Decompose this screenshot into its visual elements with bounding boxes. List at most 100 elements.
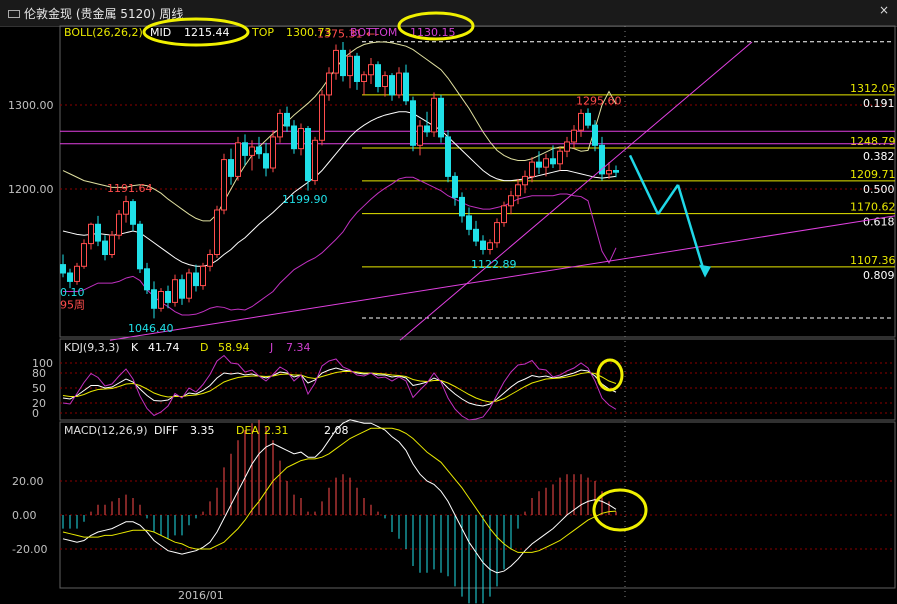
candle-body — [109, 234, 115, 256]
candle-body — [396, 72, 402, 96]
kdj-axis-label: 0 — [32, 407, 39, 420]
candle-body — [501, 205, 507, 224]
candle-body — [389, 75, 395, 96]
candle-body — [340, 49, 346, 77]
fib-ratio-label: 0.191 — [863, 97, 895, 110]
candle-body — [165, 290, 171, 303]
candle-body — [606, 170, 612, 175]
price-annotation: 1122.89 — [471, 258, 517, 271]
price-annotation: 1046.40 — [128, 322, 174, 335]
candle-body — [578, 112, 584, 131]
candle-body — [144, 268, 150, 291]
candle-body — [382, 75, 388, 88]
macd-dea-line — [62, 427, 617, 553]
candle-body — [228, 159, 234, 177]
macd-indicator-name: MACD(12,26,9) — [64, 424, 148, 437]
price-annotation: 1199.90 — [282, 193, 328, 206]
boll-mid-value: 1215.44 — [184, 26, 230, 39]
fib-price-label: 1312.05 — [850, 82, 896, 95]
candle-body — [67, 272, 73, 282]
grid-lines — [60, 26, 895, 600]
kdj-d-value: 58.94 — [218, 341, 250, 354]
kdj-j-value: 7.34 — [286, 341, 311, 354]
candle-body — [529, 161, 535, 177]
candle-body — [592, 124, 598, 146]
panel-frames — [59, 25, 896, 589]
candle-body — [172, 279, 178, 303]
candle-body — [543, 158, 549, 168]
candle-body — [319, 94, 325, 141]
price-axis-label: 1300.00 — [8, 99, 54, 112]
candle-body — [487, 242, 493, 250]
candle-body — [459, 196, 465, 217]
candle-body — [242, 142, 248, 156]
candle-body — [200, 265, 206, 287]
candle-body — [221, 159, 227, 211]
boll-top-value: 1300.73 — [286, 26, 332, 39]
fib-price-label: 1107.36 — [850, 254, 896, 267]
boll-bottom-label: BOTTOM — [350, 26, 397, 39]
candle-body — [585, 112, 591, 126]
candle-body — [557, 150, 563, 165]
macd-panel — [62, 419, 617, 604]
candle-body — [452, 175, 458, 198]
candle-body — [613, 170, 619, 173]
candle-body — [417, 125, 423, 146]
candle-body — [326, 72, 332, 96]
boll-indicator-name: BOLL(26,26,2) — [64, 26, 143, 39]
candle-body — [256, 146, 262, 155]
candle-body — [424, 125, 430, 133]
kdj-indicator-name: KDJ(9,3,3) — [64, 341, 120, 354]
fib-ratio-label: 0.809 — [863, 269, 895, 282]
boll-bottom-line — [63, 176, 617, 316]
fib-ratio-label: 0.382 — [863, 150, 895, 163]
y-axis-labels: 1300.001200.00100805020020.000.00-20.00 — [8, 99, 54, 556]
candle-body — [466, 215, 472, 230]
panel-border — [59, 338, 896, 421]
macd-value: 2.08 — [324, 424, 349, 437]
price-annotation: 1295.60 — [576, 95, 622, 108]
price-annotation: 95周 — [60, 298, 85, 311]
kdj-j-label: J — [269, 341, 273, 354]
panel-border — [59, 421, 896, 589]
candle-body — [137, 223, 143, 270]
candlestick-series — [60, 42, 619, 319]
candle-body — [494, 222, 500, 244]
kdj-highlight-circle — [596, 358, 624, 392]
panel-border — [59, 25, 896, 338]
candle-body — [361, 74, 367, 82]
fib-price-label: 1209.71 — [850, 168, 896, 181]
boll-top-label: TOP — [251, 26, 274, 39]
candle-body — [263, 153, 269, 169]
candle-body — [445, 136, 451, 177]
fib-price-label: 1170.62 — [850, 201, 896, 214]
candle-body — [284, 112, 290, 127]
kdj-k-value: 41.74 — [148, 341, 180, 354]
kdj-axis-label: 50 — [32, 382, 46, 395]
candle-body — [298, 128, 304, 150]
candle-body — [571, 129, 577, 143]
candle-body — [277, 112, 283, 138]
candle-body — [368, 64, 374, 76]
candle-body — [179, 279, 185, 299]
long-term-support-trendline — [109, 215, 896, 341]
candle-body — [130, 201, 136, 225]
fib-ratio-label: 0.618 — [863, 216, 895, 229]
macd-axis-label: -20.00 — [12, 543, 47, 556]
projection-arrows — [628, 154, 711, 278]
macd-diff-label: DIFF — [154, 424, 178, 437]
macd-axis-label: 0.00 — [12, 509, 37, 522]
fibonacci-levels: 1312.05 0.191 1248.79 0.382 1209.71 0.500 1170… — [60, 41, 896, 319]
boll-mid-label: MID — [150, 26, 171, 39]
candle-body — [116, 213, 122, 236]
macd-diff-line — [62, 419, 617, 574]
candle-body — [480, 240, 486, 250]
macd-diff-value: 3.35 — [190, 424, 215, 437]
trend-lines — [109, 41, 896, 341]
candle-body — [347, 55, 353, 77]
candle-body — [60, 264, 66, 274]
candle-body — [81, 243, 87, 267]
candle-body — [214, 209, 220, 256]
candle-body — [249, 146, 255, 156]
macd-dea-value: 2.31 — [264, 424, 289, 437]
